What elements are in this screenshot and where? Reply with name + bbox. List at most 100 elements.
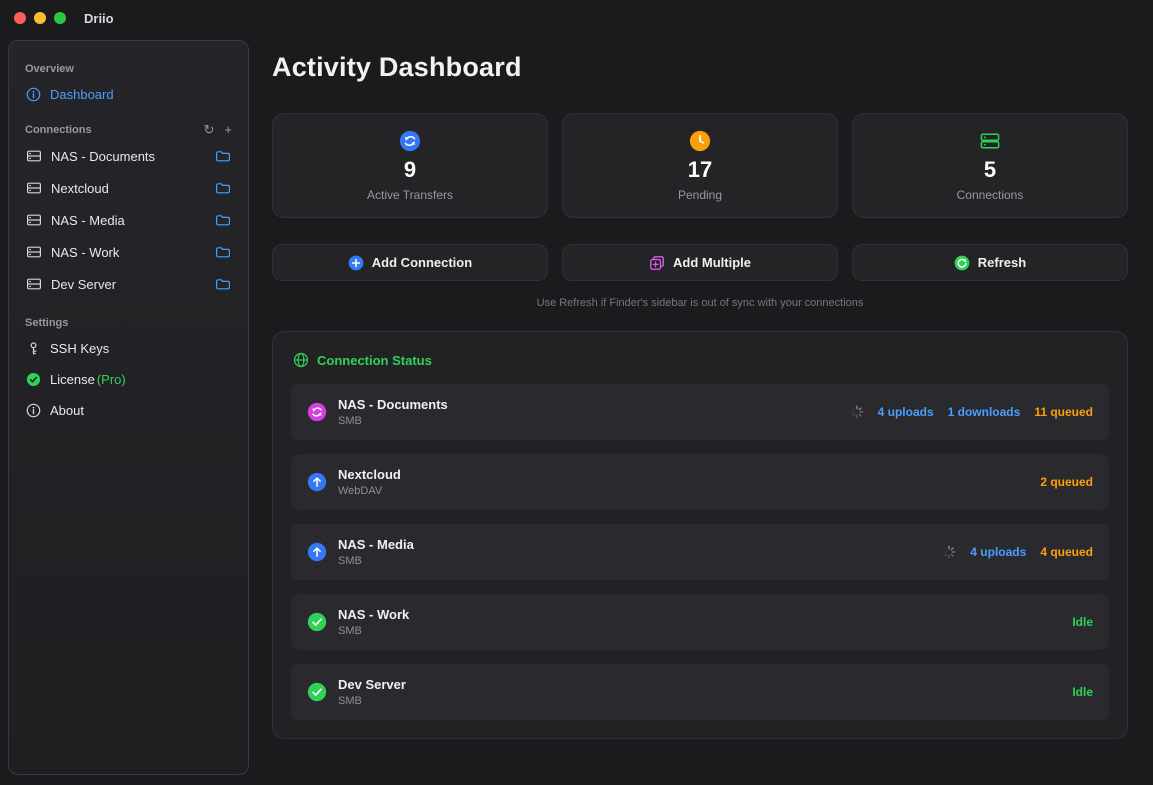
add-multiple-icon <box>649 255 665 271</box>
queued-badge: 2 queued <box>1040 475 1093 489</box>
refresh-button[interactable]: Refresh <box>852 244 1128 281</box>
globe-icon <box>293 352 309 368</box>
sync-circle-icon <box>399 130 421 152</box>
sidebar-item-label: License(Pro) <box>50 372 126 387</box>
sidebar-item-label: NAS - Media <box>51 213 206 228</box>
sidebar-item-nas-work[interactable]: NAS - Work <box>19 237 238 267</box>
status-row-nas-media[interactable]: NAS - Media SMB 4 uploads <box>291 524 1109 580</box>
panel-title: Connection Status <box>317 353 432 368</box>
sidebar-item-label: SSH Keys <box>50 341 109 356</box>
sync-circle-icon <box>307 402 327 422</box>
info-icon <box>26 87 41 102</box>
sidebar-item-about[interactable]: About <box>19 396 238 425</box>
titlebar: Driio <box>0 0 1153 36</box>
sidebar-item-label: Dashboard <box>50 87 114 102</box>
activity-spinner <box>850 405 864 419</box>
check-circle-icon <box>307 682 327 702</box>
stat-value: 9 <box>404 157 416 183</box>
drive-icon <box>26 276 42 292</box>
idle-badge: Idle <box>1072 685 1093 699</box>
connection-protocol: WebDAV <box>338 485 401 497</box>
check-circle-icon <box>307 612 327 632</box>
sidebar-item-license[interactable]: License(Pro) <box>19 365 238 394</box>
connection-status-panel: Connection Status NAS - Documents SMB <box>272 331 1128 739</box>
connection-name: Dev Server <box>338 677 406 692</box>
clock-icon <box>689 130 711 152</box>
idle-badge: Idle <box>1072 615 1093 629</box>
section-title-overview: Overview <box>25 63 232 75</box>
drive-icon <box>26 212 42 228</box>
status-row-nas-work[interactable]: NAS - Work SMB Idle <box>291 594 1109 650</box>
button-label: Refresh <box>978 255 1026 270</box>
sidebar-item-dev-server[interactable]: Dev Server <box>19 269 238 299</box>
uploads-badge: 4 uploads <box>970 545 1026 559</box>
sidebar-item-label: About <box>50 403 84 418</box>
add-connection-button[interactable]: Add Connection <box>272 244 548 281</box>
add-multiple-button[interactable]: Add Multiple <box>562 244 838 281</box>
sidebar-item-nextcloud[interactable]: Nextcloud <box>19 173 238 203</box>
stat-value: 5 <box>984 157 996 183</box>
upload-circle-icon <box>307 472 327 492</box>
section-title-settings: Settings <box>25 317 232 329</box>
connection-protocol: SMB <box>338 415 448 427</box>
stat-card-active-transfers: 9 Active Transfers <box>272 113 548 218</box>
folder-icon[interactable] <box>215 180 231 196</box>
drive-icon <box>26 180 42 196</box>
add-connection-icon[interactable]: + <box>224 123 232 136</box>
stat-label: Connections <box>957 188 1024 202</box>
button-label: Add Connection <box>372 255 472 270</box>
sidebar-item-label: Dev Server <box>51 277 206 292</box>
sidebar-item-nas-documents[interactable]: NAS - Documents <box>19 141 238 171</box>
main-content: Activity Dashboard 9 Active Transfers 17 <box>272 52 1128 739</box>
connection-protocol: SMB <box>338 555 414 567</box>
status-row-nextcloud[interactable]: Nextcloud WebDAV 2 queued <box>291 454 1109 510</box>
stat-label: Pending <box>678 188 722 202</box>
connections-section-header: Connections ↻ + <box>25 123 232 136</box>
upload-circle-icon <box>307 542 327 562</box>
stat-value: 17 <box>688 157 712 183</box>
sidebar: Overview Dashboard Connections ↻ + NAS -… <box>8 40 249 775</box>
pro-badge: (Pro) <box>97 372 126 387</box>
close-button[interactable] <box>14 12 26 24</box>
minimize-button[interactable] <box>34 12 46 24</box>
sidebar-item-nas-media[interactable]: NAS - Media <box>19 205 238 235</box>
section-title-connections: Connections <box>25 124 92 136</box>
downloads-badge: 1 downloads <box>948 405 1021 419</box>
info-icon <box>26 403 41 418</box>
sidebar-item-label: Nextcloud <box>51 181 206 196</box>
connection-protocol: SMB <box>338 625 409 637</box>
folder-icon[interactable] <box>215 148 231 164</box>
stat-cards: 9 Active Transfers 17 Pending 5 Connecti… <box>272 113 1128 218</box>
refresh-circle-icon <box>954 255 970 271</box>
connection-status-header: Connection Status <box>291 348 1109 370</box>
connection-protocol: SMB <box>338 695 406 707</box>
plus-circle-icon <box>348 255 364 271</box>
drive-icon <box>26 244 42 260</box>
refresh-hint-text: Use Refresh if Finder's sidebar is out o… <box>272 297 1128 309</box>
sidebar-item-label: NAS - Documents <box>51 149 206 164</box>
stat-label: Active Transfers <box>367 188 453 202</box>
stat-card-connections: 5 Connections <box>852 113 1128 218</box>
zoom-button[interactable] <box>54 12 66 24</box>
status-row-nas-documents[interactable]: NAS - Documents SMB 4 uplo <box>291 384 1109 440</box>
connection-name: NAS - Media <box>338 537 414 552</box>
page-title: Activity Dashboard <box>272 52 1128 83</box>
key-icon <box>26 341 41 356</box>
window-title: Driio <box>84 11 114 26</box>
license-check-icon <box>26 372 41 387</box>
status-row-dev-server[interactable]: Dev Server SMB Idle <box>291 664 1109 720</box>
server-stack-icon <box>979 130 1001 152</box>
drive-icon <box>26 148 42 164</box>
sidebar-item-ssh-keys[interactable]: SSH Keys <box>19 334 238 363</box>
folder-icon[interactable] <box>215 244 231 260</box>
connection-name: NAS - Documents <box>338 397 448 412</box>
action-buttons: Add Connection Add Multiple Refresh <box>272 244 1128 281</box>
refresh-connections-icon[interactable]: ↻ <box>204 123 215 136</box>
folder-icon[interactable] <box>215 212 231 228</box>
button-label: Add Multiple <box>673 255 751 270</box>
folder-icon[interactable] <box>215 276 231 292</box>
connection-name: NAS - Work <box>338 607 409 622</box>
activity-spinner <box>942 545 956 559</box>
sidebar-item-dashboard[interactable]: Dashboard <box>19 80 238 109</box>
sidebar-item-label: NAS - Work <box>51 245 206 260</box>
